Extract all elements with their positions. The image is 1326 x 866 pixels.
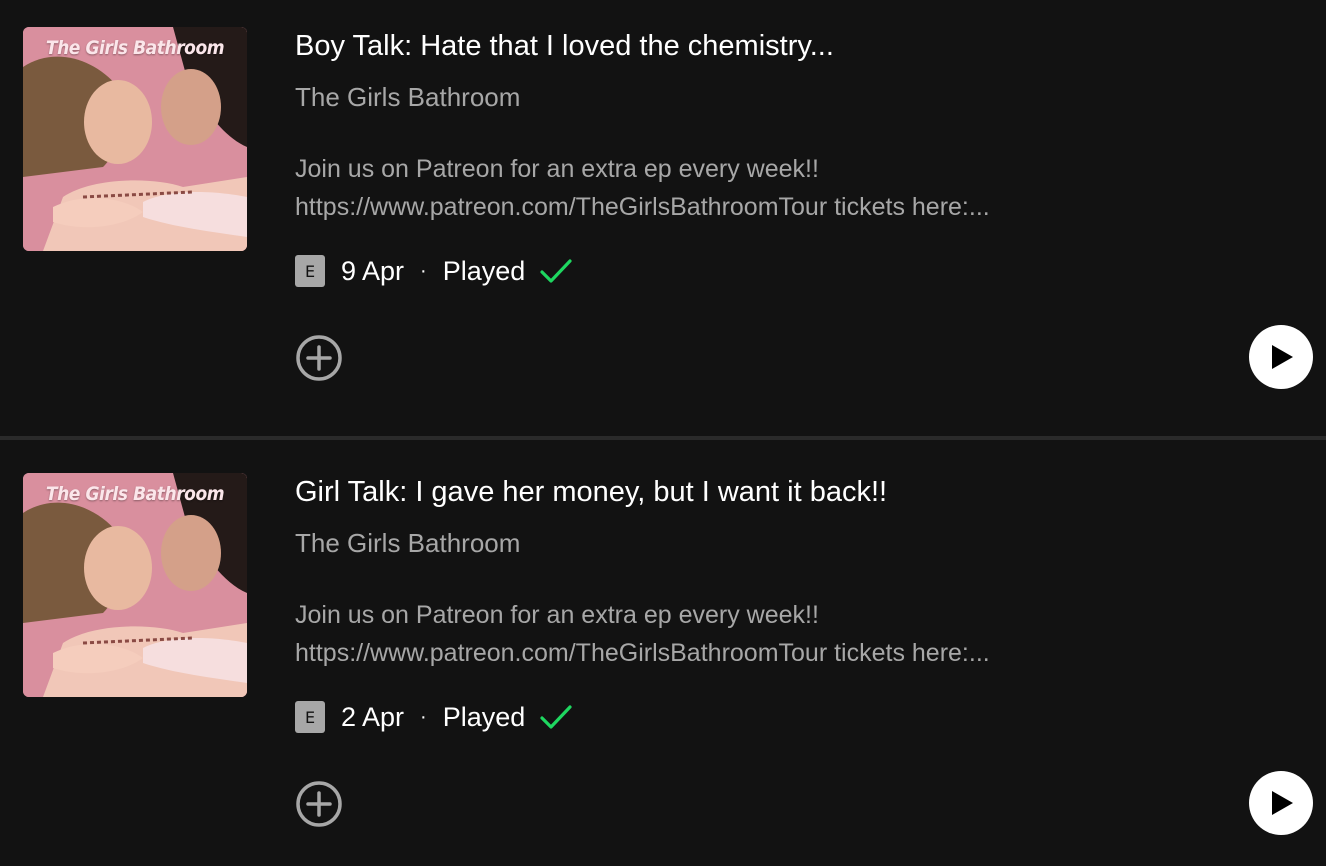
play-button[interactable]: [1249, 325, 1313, 389]
description-line: https://www.patreon.com/TheGirlsBathroom…: [295, 639, 990, 667]
episode-meta: E 9 Apr · Played: [295, 254, 573, 288]
add-to-library-button[interactable]: [295, 780, 343, 828]
add-to-library-button[interactable]: [295, 334, 343, 382]
episode-cover-art[interactable]: The Girls Bathroom: [23, 473, 247, 697]
plus-circle-icon: [296, 781, 342, 827]
check-icon: [539, 257, 573, 285]
cover-illustration: [23, 473, 247, 697]
episode-cover-art[interactable]: The Girls Bathroom: [23, 27, 247, 251]
episode-list: The Girls Bathroom Boy Talk: Hate that I…: [0, 0, 1326, 866]
episode-description: Join us on Patreon for an extra ep every…: [295, 150, 1195, 226]
description-line: Join us on Patreon for an extra ep every…: [295, 601, 819, 629]
cover-title-text: The Girls Bathroom: [45, 483, 225, 505]
separator-dot: ·: [420, 705, 427, 728]
episode-row[interactable]: The Girls Bathroom Boy Talk: Hate that I…: [0, 0, 1326, 438]
show-name[interactable]: The Girls Bathroom: [295, 528, 520, 559]
release-date: 9 Apr: [341, 255, 405, 286]
release-date: 2 Apr: [341, 701, 405, 732]
episode-description: Join us on Patreon for an extra ep every…: [295, 596, 1195, 672]
played-status: Played: [442, 255, 526, 286]
played-status: Played: [442, 701, 526, 732]
show-name[interactable]: The Girls Bathroom: [295, 82, 520, 113]
cover-illustration: [23, 27, 247, 251]
description-line: Join us on Patreon for an extra ep every…: [295, 155, 819, 183]
explicit-badge: E: [295, 701, 325, 733]
row-divider: [0, 436, 1326, 440]
play-icon: [1272, 791, 1293, 815]
separator-dot: ·: [420, 259, 427, 282]
episode-row[interactable]: The Girls Bathroom Girl Talk: I gave her…: [0, 446, 1326, 866]
episode-meta: E 2 Apr · Played: [295, 700, 573, 734]
description-line: https://www.patreon.com/TheGirlsBathroom…: [295, 193, 990, 221]
cover-title-text: The Girls Bathroom: [45, 37, 225, 59]
play-button[interactable]: [1249, 771, 1313, 835]
episode-title[interactable]: Girl Talk: I gave her money, but I want …: [295, 476, 887, 509]
play-icon: [1272, 345, 1293, 369]
check-icon: [539, 703, 573, 731]
plus-circle-icon: [296, 335, 342, 381]
explicit-badge: E: [295, 255, 325, 287]
episode-title[interactable]: Boy Talk: Hate that I loved the chemistr…: [295, 30, 834, 63]
